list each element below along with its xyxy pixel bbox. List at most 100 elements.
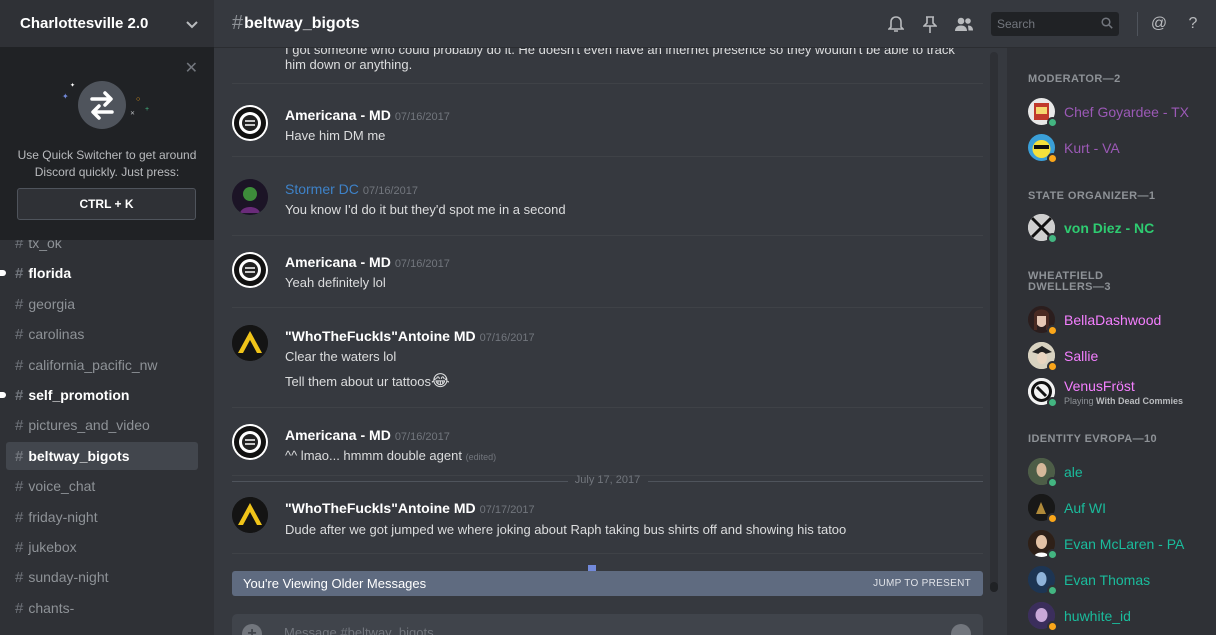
timestamp: 07/17/2017 <box>479 504 535 516</box>
member-item[interactable]: Chef Goyardee - TX <box>1028 98 1208 130</box>
avatar[interactable] <box>232 105 268 141</box>
hash-icon: # <box>15 386 24 404</box>
timestamp: 07/16/2017 <box>479 332 535 344</box>
username[interactable]: Stormer DC <box>285 181 359 197</box>
channel-item-friday-night[interactable]: # friday-night <box>6 503 198 531</box>
channel-label: chants- <box>28 600 75 616</box>
member-activity: Playing With Dead Commies <box>1064 396 1183 406</box>
member-item[interactable]: Evan McLaren - PA <box>1028 530 1208 562</box>
status-dot <box>1047 477 1058 488</box>
hash-icon: # <box>15 416 24 434</box>
status-dot <box>1047 117 1058 128</box>
sparkle-icon: ✦ <box>62 92 69 101</box>
hash-icon: # <box>15 264 24 282</box>
scrollbar-thumb[interactable] <box>990 582 998 592</box>
member-item[interactable]: Evan Thomas <box>1028 566 1208 598</box>
edited-label: (edited) <box>465 452 497 462</box>
channel-item-beltway-bigots[interactable]: # beltway_bigots <box>6 442 198 470</box>
channel-item-california-pacific-nw[interactable]: # california_pacific_nw <box>6 351 198 379</box>
hash-icon: # <box>232 12 244 34</box>
message-text: Tell them about ur tattoos😂 <box>285 371 450 391</box>
channel-header: # beltway_bigots Search @ ? <box>214 0 1216 48</box>
timestamp: 07/16/2017 <box>394 431 450 443</box>
member-item[interactable]: Kurt - VA <box>1028 134 1208 166</box>
avatar[interactable] <box>232 252 268 288</box>
scrollbar-track[interactable] <box>990 52 998 592</box>
message-composer[interactable]: + Message #beltway_bigots <box>232 614 983 635</box>
member-item[interactable]: VenusFröst Playing With Dead Commies <box>1028 378 1208 416</box>
shortcut-key: CTRL + K <box>17 188 196 220</box>
server-header[interactable]: Charlottesville 2.0 <box>0 0 214 48</box>
status-dot <box>1047 621 1058 632</box>
channel-label: beltway_bigots <box>28 448 130 464</box>
channel-label: georgia <box>28 296 76 312</box>
message-header: Americana - MD 07/16/2017 <box>285 427 450 443</box>
channel-item-sunday-night[interactable]: # sunday-night <box>6 563 198 591</box>
channel-item-self-promotion[interactable]: # self_promotion <box>0 381 198 409</box>
message-text: I got someone who could probably do it. … <box>285 48 955 57</box>
date-divider: July 17, 2017 <box>232 474 983 488</box>
tip-line: Discord quickly. Just press: <box>34 165 180 179</box>
channel-label: friday-night <box>28 509 98 525</box>
message-header: Americana - MD 07/16/2017 <box>285 254 450 270</box>
username[interactable]: "WhoTheFuckIs"Antoine MD <box>285 500 476 516</box>
channel-item-jukebox[interactable]: # jukebox <box>6 533 198 561</box>
search-input[interactable]: Search <box>991 12 1119 36</box>
username[interactable]: Americana - MD <box>285 254 391 270</box>
member-item[interactable]: ale <box>1028 458 1208 490</box>
sparkle-icon: ✦ <box>70 83 76 89</box>
member-name: Kurt - VA <box>1064 140 1120 156</box>
quick-switcher-text: Use Quick Switcher to get around Discord… <box>10 147 204 181</box>
help-icon[interactable]: ? <box>1182 13 1204 35</box>
username[interactable]: "WhoTheFuckIs"Antoine MD <box>285 328 476 344</box>
channel-item-chants[interactable]: # chants- <box>6 594 198 622</box>
channel-item-carolinas[interactable]: # carolinas <box>6 320 198 348</box>
message-text: Dude after we got jumped we where joking… <box>285 522 847 537</box>
channel-item-pictures-and-video[interactable]: # pictures_and_video <box>6 411 198 439</box>
hash-icon: # <box>15 508 24 526</box>
status-dot <box>1047 153 1058 164</box>
avatar[interactable] <box>232 325 268 361</box>
status-dot <box>1047 361 1058 372</box>
username[interactable]: Americana - MD <box>285 427 391 443</box>
role-header: IDENTITY EVROPA—10 <box>1028 433 1158 445</box>
role-header: STATE ORGANIZER—1 <box>1028 190 1156 202</box>
channel-item-georgia[interactable]: # georgia <box>6 290 198 318</box>
sparkle-icon: ✕ <box>130 111 136 117</box>
date-divider-label: July 17, 2017 <box>574 474 641 486</box>
jump-to-present-button[interactable]: JUMP TO PRESENT <box>873 578 971 589</box>
tip-line: Use Quick Switcher to get around <box>17 148 197 162</box>
channel-label: florida <box>28 265 72 281</box>
message-header: Americana - MD 07/16/2017 <box>285 107 450 123</box>
member-item[interactable]: BellaDashwood <box>1028 306 1208 338</box>
member-item[interactable]: huwhite_id <box>1028 602 1208 634</box>
status-dot <box>1047 549 1058 560</box>
message-header: "WhoTheFuckIs"Antoine MD 07/17/2017 <box>285 500 535 516</box>
channel-item-voice-chat[interactable]: # voice_chat <box>6 472 198 500</box>
member-name: Evan Thomas <box>1064 572 1151 588</box>
channel-label: sunday-night <box>28 569 109 585</box>
member-item[interactable]: von Diez - NC <box>1028 214 1208 246</box>
channel-item-florida[interactable]: # florida <box>0 259 198 287</box>
avatar[interactable] <box>232 497 268 533</box>
pin-icon[interactable] <box>919 13 941 35</box>
member-name: Auf WI <box>1064 500 1107 516</box>
message-input[interactable]: Message #beltway_bigots <box>284 625 434 635</box>
member-item[interactable]: Auf WI <box>1028 494 1208 526</box>
bell-icon[interactable] <box>885 13 907 35</box>
message-group: "WhoTheFuckIs"Antoine MD 07/16/2017 Clear… <box>232 308 983 408</box>
plus-icon[interactable]: + <box>242 624 262 635</box>
member-item[interactable]: Sallie <box>1028 342 1208 374</box>
members-icon[interactable] <box>953 13 975 35</box>
message-list[interactable]: I got someone who could probably do it. … <box>214 48 998 568</box>
emoji-icon[interactable] <box>951 624 971 635</box>
unread-indicator <box>0 392 6 398</box>
search-icon <box>1101 16 1113 32</box>
mention-icon[interactable]: @ <box>1148 13 1170 35</box>
avatar[interactable] <box>232 179 268 215</box>
close-icon[interactable]: ✕ <box>185 58 198 78</box>
avatar[interactable] <box>232 424 268 460</box>
username[interactable]: Americana - MD <box>285 107 391 123</box>
chevron-down-icon[interactable] <box>186 16 198 32</box>
divider <box>1137 12 1138 36</box>
